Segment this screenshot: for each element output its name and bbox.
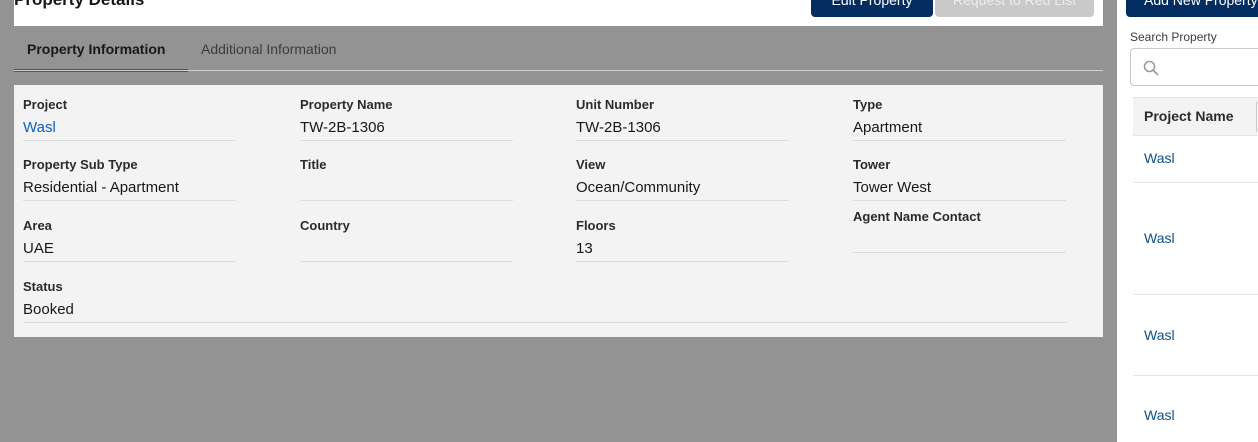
field-label: Unit Number <box>576 97 654 112</box>
field-label: Title <box>300 157 327 172</box>
field-floors: Floors 13 <box>576 206 789 262</box>
field-view: View Ocean/Community <box>576 145 789 201</box>
project-link[interactable]: Wasl <box>23 119 56 136</box>
field-divider <box>23 200 236 201</box>
table-row: Wasl <box>1133 136 1258 183</box>
field-label: Property Name <box>300 97 393 112</box>
page-title: Property Details <box>14 0 144 10</box>
search-label: Search Property <box>1130 30 1217 44</box>
property-list-panel: Add New Property Search Property Project… <box>1117 0 1258 442</box>
field-divider <box>576 261 789 262</box>
tab-label: Property Information <box>27 41 166 57</box>
field-label: Agent Name Contact <box>853 209 981 224</box>
project-name-link[interactable]: Wasl <box>1144 407 1175 423</box>
field-value: Residential - Apartment <box>23 179 179 196</box>
field-label: Project <box>23 97 68 112</box>
field-label: Area <box>23 218 52 233</box>
field-divider <box>853 252 1066 253</box>
field-divider <box>300 140 513 141</box>
field-value: TW-2B-1306 <box>300 119 385 136</box>
search-input[interactable] <box>1165 57 1258 77</box>
field-agent-name-contact: Agent Name Contact <box>853 197 1066 253</box>
field-tower: Tower Tower West <box>853 145 1066 201</box>
tab-label: Additional Information <box>201 41 337 57</box>
tab-additional-information[interactable]: Additional Information <box>188 26 349 71</box>
column-resize-handle[interactable] <box>1256 102 1257 132</box>
field-value: Booked <box>23 301 74 318</box>
field-property-sub-type: Property Sub Type Residential - Apartmen… <box>23 145 236 201</box>
table-row: Wasl <box>1133 183 1258 295</box>
field-label: Type <box>853 97 883 112</box>
tab-property-information[interactable]: Property Information <box>14 26 188 72</box>
field-divider <box>23 140 236 141</box>
column-header-project-name[interactable]: Project Name <box>1144 108 1233 124</box>
field-divider <box>853 140 1066 141</box>
field-label: View <box>576 157 606 172</box>
field-divider <box>300 261 513 262</box>
table-header: Project Name <box>1133 97 1258 136</box>
field-type: Type Apartment <box>853 85 1066 141</box>
field-divider <box>23 261 236 262</box>
project-name-link[interactable]: Wasl <box>1144 230 1175 246</box>
field-label: Country <box>300 218 350 233</box>
field-value: Apartment <box>853 119 923 136</box>
tab-bar: Property Information Additional Informat… <box>14 26 1103 72</box>
field-divider <box>300 200 513 201</box>
table-row: Wasl <box>1133 295 1258 376</box>
project-name-link[interactable]: Wasl <box>1144 150 1175 166</box>
edit-property-button[interactable]: Edit Property <box>811 0 933 17</box>
field-label: Tower <box>853 157 891 172</box>
field-divider <box>576 140 789 141</box>
project-name-link[interactable]: Wasl <box>1144 327 1175 343</box>
field-divider <box>23 322 1067 323</box>
field-label: Floors <box>576 218 616 233</box>
search-field[interactable] <box>1130 48 1258 86</box>
request-red-list-button[interactable]: Request to Red List <box>935 0 1094 17</box>
tab-divider <box>14 70 1103 71</box>
field-value: UAE <box>23 240 54 257</box>
add-new-property-button[interactable]: Add New Property <box>1126 0 1258 17</box>
field-value: 13 <box>576 240 593 257</box>
field-label: Property Sub Type <box>23 157 138 172</box>
property-details-card: Project Wasl Property Name TW-2B-1306 Un… <box>14 85 1103 337</box>
field-title: Title <box>300 145 513 201</box>
search-icon <box>1143 60 1159 76</box>
field-value: Ocean/Community <box>576 179 701 196</box>
field-project: Project Wasl <box>23 85 236 141</box>
table-row: Wasl <box>1133 376 1258 442</box>
field-unit-number: Unit Number TW-2B-1306 <box>576 85 789 141</box>
field-area: Area UAE <box>23 206 236 262</box>
field-property-name: Property Name TW-2B-1306 <box>300 85 513 141</box>
field-label: Status <box>23 279 63 294</box>
field-value: Tower West <box>853 179 932 196</box>
field-country: Country <box>300 206 513 262</box>
field-status: Status Booked <box>23 267 1067 323</box>
field-value: TW-2B-1306 <box>576 119 661 136</box>
field-divider <box>576 200 789 201</box>
